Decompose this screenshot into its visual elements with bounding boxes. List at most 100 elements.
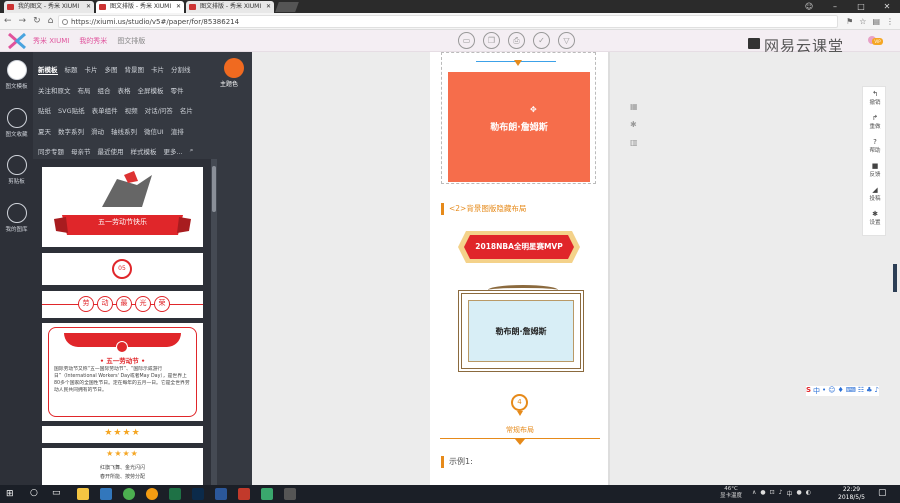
grid-icon[interactable]: ▦ [630, 102, 638, 111]
category-tab[interactable]: 卡片 [151, 64, 164, 75]
gear-icon[interactable]: ✱ [630, 120, 638, 129]
category-tab[interactable]: SVG贴纸 [58, 105, 85, 115]
ime-emoji[interactable]: ☺ [828, 386, 835, 396]
left-nav-templates[interactable]: 图文模板 [0, 60, 33, 90]
ornate-frame[interactable]: 勒布朗·詹姆斯 [458, 290, 584, 372]
template-card-2[interactable]: 05 [42, 253, 203, 285]
category-tab[interactable]: 表格 [118, 85, 131, 95]
ime-voice[interactable]: ♦ [838, 386, 844, 396]
close-icon[interactable]: ✕ [86, 1, 91, 13]
close-icon[interactable]: ✕ [266, 1, 271, 13]
category-tab[interactable]: 多图 [105, 64, 118, 75]
category-tab[interactable]: 对话/问答 [145, 105, 173, 115]
chevron-up-icon[interactable]: ∧ [752, 489, 756, 498]
category-tab[interactable]: 最近使用 [98, 146, 124, 156]
category-tab[interactable]: 标题 [65, 64, 78, 75]
minimize-button[interactable]: – [822, 0, 848, 13]
app-icon[interactable] [261, 488, 273, 500]
settings-button[interactable]: ✱ 设置 [863, 210, 887, 226]
new-tab-button[interactable] [275, 2, 299, 12]
close-icon[interactable]: ✕ [176, 1, 181, 13]
input-language[interactable]: 中 [787, 489, 793, 498]
brand-link[interactable]: 秀米 XIUMI [33, 30, 69, 52]
ime-keyboard[interactable]: ⌨ [846, 386, 856, 396]
category-tab[interactable]: 表单组件 [92, 105, 118, 115]
app-icon[interactable] [284, 488, 296, 500]
tray-app-icon[interactable]: ◐ [806, 489, 811, 498]
file-explorer-icon[interactable] [77, 488, 89, 500]
nav-layout[interactable]: 图文排版 [117, 30, 145, 52]
category-tab[interactable]: 背景图 [125, 64, 145, 75]
close-window-button[interactable]: ✕ [874, 0, 900, 13]
bar-chart-icon[interactable]: ▥ [630, 138, 638, 147]
template-card-6[interactable]: ★★★★ 红旗飞舞、金光闪闪 春开所能、按劳分配 [42, 448, 203, 485]
forward-icon[interactable]: → [19, 13, 27, 30]
tray-app-icon[interactable]: ● [760, 489, 765, 498]
left-nav-collections[interactable]: 图文收藏 [0, 108, 33, 138]
back-icon[interactable]: ← [4, 13, 12, 30]
star-icon[interactable]: ☆ [859, 13, 866, 30]
category-tab[interactable]: 同步专题 [38, 146, 64, 156]
browser-tab-3[interactable]: 图文排版 - 秀米 XIUMI ✕ [186, 1, 274, 13]
edge-icon[interactable] [100, 488, 112, 500]
category-tab[interactable]: 滑动 [91, 126, 104, 136]
category-tab[interactable]: 微信UI [144, 126, 164, 136]
translate-icon[interactable]: ⚑ [846, 13, 853, 30]
print-icon[interactable]: ⎙ [508, 32, 525, 49]
category-tab[interactable]: 夏天 [38, 126, 51, 136]
ime-settings[interactable]: ♪ [874, 386, 878, 396]
menu-icon[interactable]: ⋮ [886, 13, 894, 30]
category-tab[interactable]: 全屏模板 [138, 85, 164, 95]
category-tab[interactable]: 布局 [78, 85, 91, 95]
category-tab[interactable]: 零件 [171, 85, 184, 95]
panel-scroll-thumb[interactable] [212, 166, 216, 212]
sogou-icon[interactable]: S [806, 386, 811, 396]
template-card-1[interactable]: 五一劳动节快乐 [42, 167, 203, 247]
category-tab[interactable]: 新模板 [38, 64, 58, 75]
category-tab[interactable]: 组合 [98, 85, 111, 95]
volume-icon[interactable]: ♪ [779, 489, 783, 498]
page-scrollbar[interactable] [893, 264, 897, 292]
category-tab[interactable]: 更多... [164, 146, 183, 156]
ime-skin[interactable]: ♣ [866, 386, 872, 396]
photoshop-icon[interactable] [192, 488, 204, 500]
category-tab[interactable]: 母亲节 [71, 146, 91, 156]
orange-name-block[interactable]: 勒布朗·詹姆斯 ✥ [448, 72, 590, 182]
category-tab[interactable]: 名片 [180, 105, 193, 115]
redo-button[interactable]: ↱ 重做 [863, 114, 887, 130]
app-icon[interactable] [238, 488, 250, 500]
left-nav-gallery[interactable]: 我的图库 [0, 203, 33, 233]
account-icon[interactable]: ☺ [796, 0, 822, 13]
nav-my-xiumi[interactable]: 我的秀米 [79, 30, 107, 52]
cortana-icon[interactable]: ○ [30, 488, 38, 498]
category-tab[interactable]: 分割线 [171, 64, 191, 75]
extension-icon[interactable]: ▤ [872, 13, 880, 30]
network-icon[interactable]: ⊡ [770, 489, 775, 498]
ime-tools[interactable]: ☷ [858, 386, 864, 396]
home-icon[interactable]: ⌂ [48, 13, 54, 30]
xiumi-logo[interactable] [8, 33, 26, 49]
category-tab[interactable]: 卡片 [85, 64, 98, 75]
template-card-3[interactable]: 劳 动 最 光 荣 [42, 291, 203, 318]
preview-icon[interactable]: ▭ [458, 32, 475, 49]
template-card-5[interactable]: ★★★★ [42, 426, 203, 443]
ime-mode[interactable]: 中 [813, 386, 820, 396]
category-tab[interactable]: 关注和原文 [38, 85, 71, 95]
search-icon[interactable]: ⌕ [190, 146, 194, 156]
template-card-4[interactable]: • 五一劳动节 • 国际劳动节又称“五一国际劳动节”、“国际示威游行日”（Int… [42, 323, 203, 421]
category-tab[interactable]: 视频 [125, 105, 138, 115]
category-tab[interactable]: 贴纸 [38, 105, 51, 115]
tray-app-icon[interactable]: ● [797, 489, 802, 498]
notification-icon[interactable]: ▢ [878, 488, 887, 498]
windows-start-icon[interactable]: ⊞ [6, 489, 14, 499]
feedback-button[interactable]: ■ 反馈 [863, 162, 887, 178]
dropdown-icon[interactable]: ▽ [558, 32, 575, 49]
maximize-button[interactable]: □ [848, 0, 874, 13]
copy-icon[interactable]: ❐ [483, 32, 500, 49]
ime-punct[interactable]: • [822, 386, 826, 396]
clock[interactable]: 22:29 2018/5/5 [838, 486, 865, 502]
save-check-icon[interactable]: ✓ [533, 32, 550, 49]
help-button[interactable]: ? 帮助 [863, 138, 887, 154]
theme-color-swatch[interactable] [224, 58, 244, 78]
reload-icon[interactable]: ↻ [33, 13, 41, 30]
